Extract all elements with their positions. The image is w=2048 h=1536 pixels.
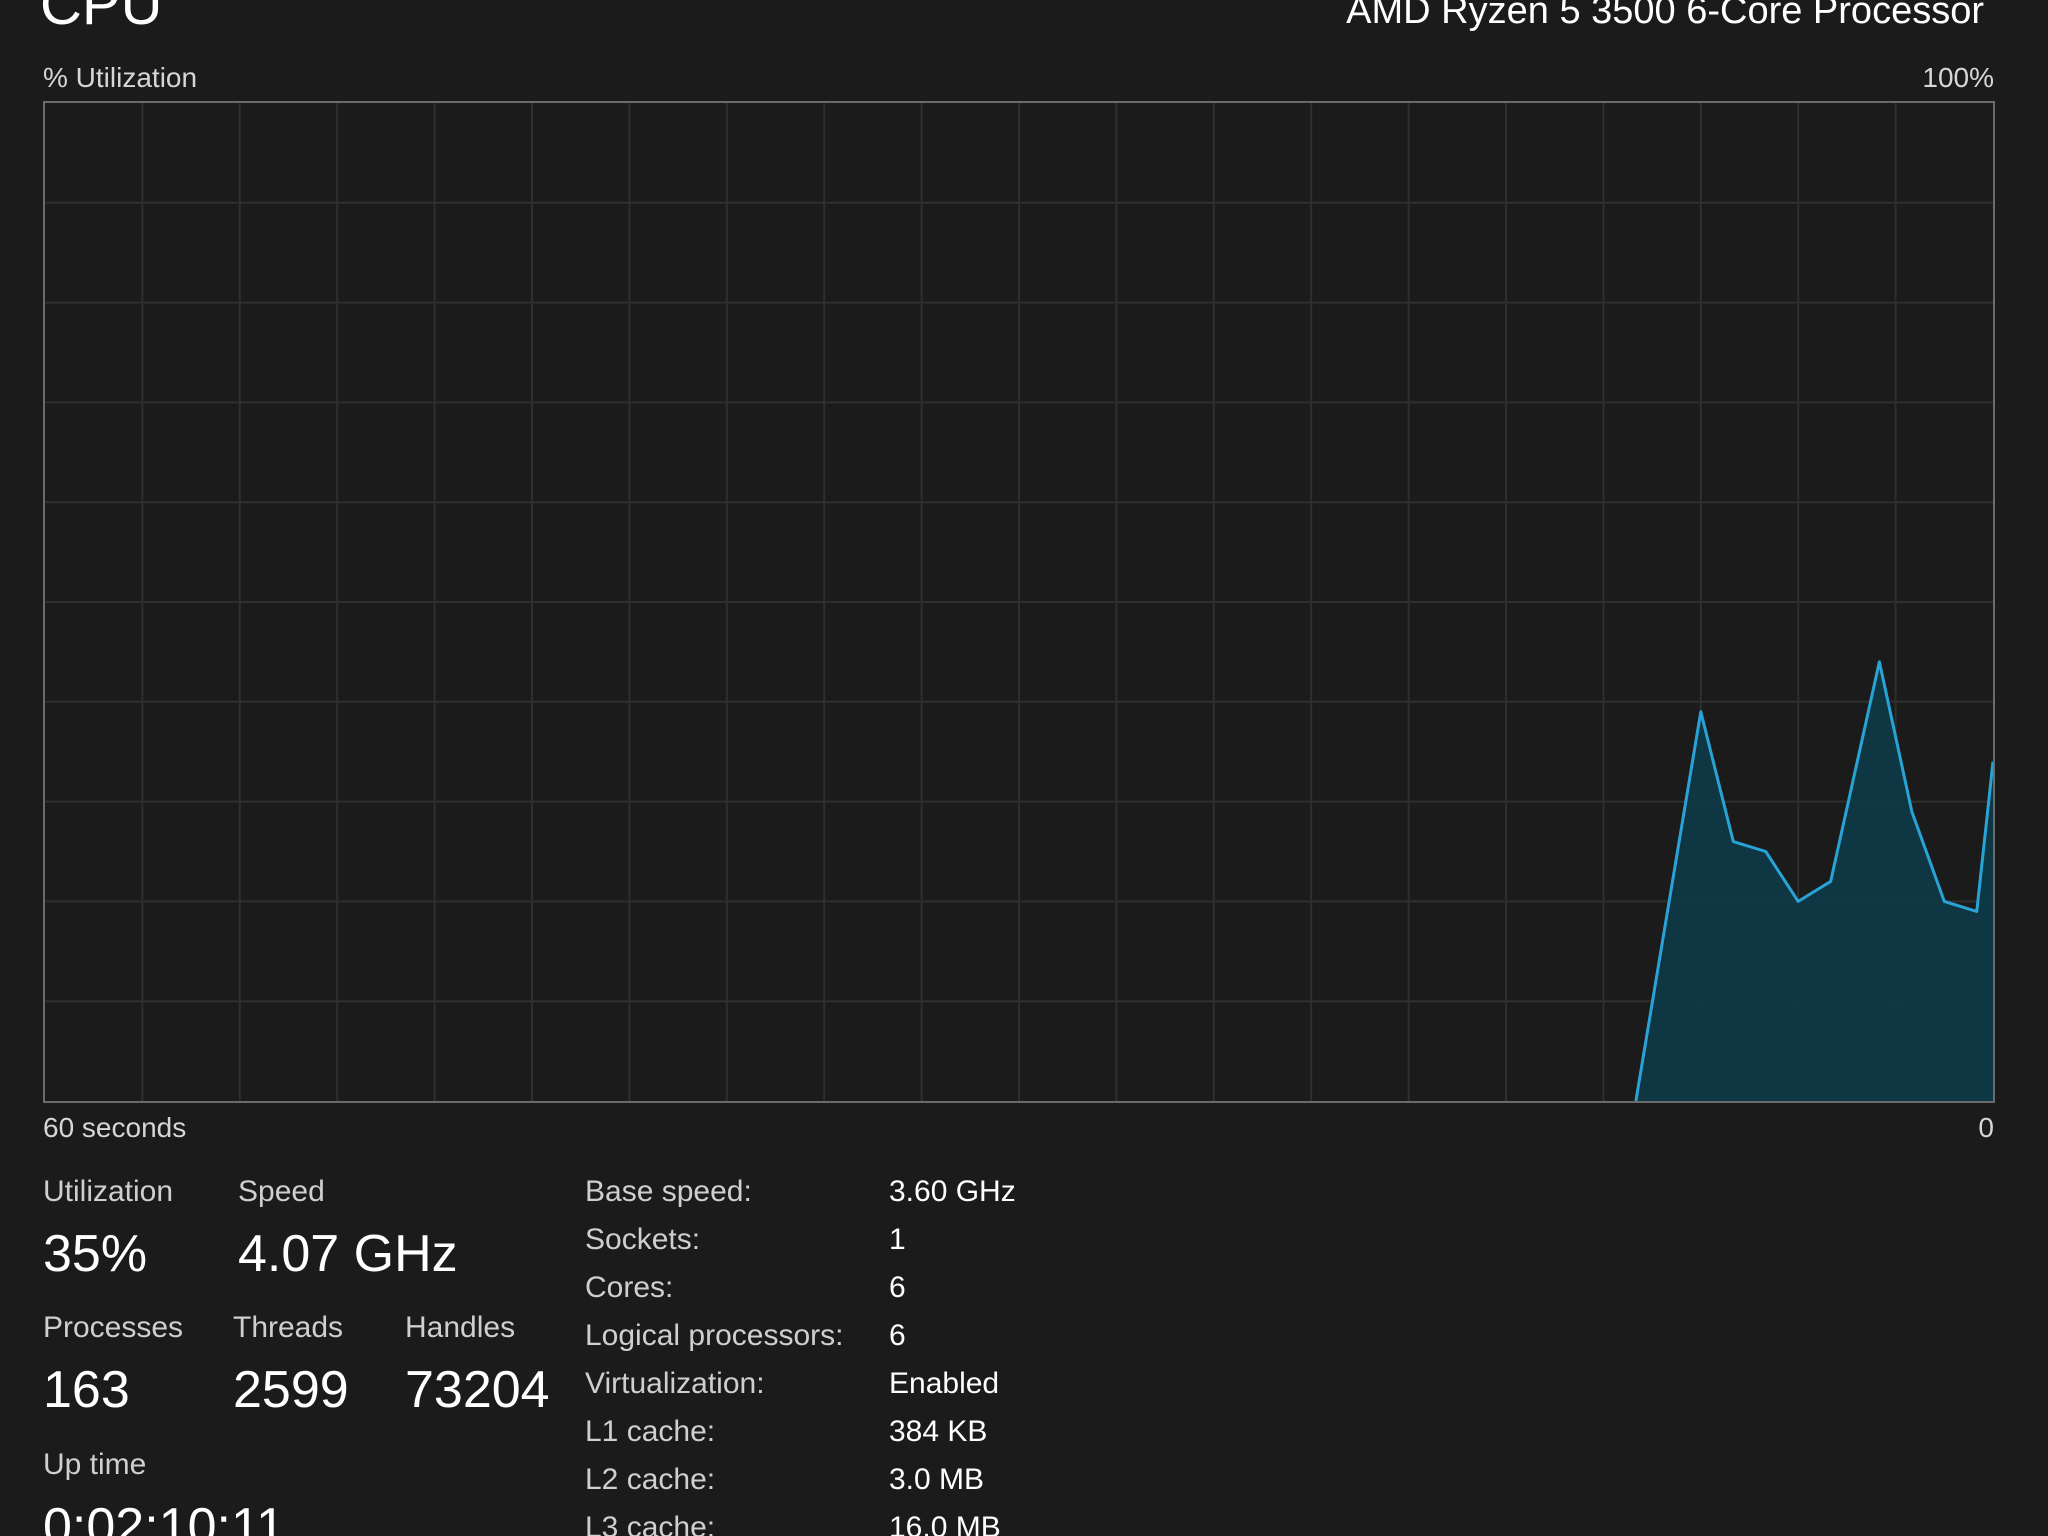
detail-value: 3.60 GHz	[889, 1175, 1016, 1208]
detail-row-base-speed: Base speed: 3.60 GHz	[585, 1177, 1145, 1225]
detail-row-virtualization: Virtualization: Enabled	[585, 1369, 1145, 1417]
handles-metric: Handles 73204	[405, 1311, 550, 1419]
detail-label: L3 cache:	[585, 1511, 716, 1536]
threads-value: 2599	[233, 1361, 349, 1419]
detail-row-logical-processors: Logical processors: 6	[585, 1321, 1145, 1369]
processes-label: Processes	[43, 1311, 184, 1344]
detail-value: 6	[889, 1271, 906, 1304]
speed-label: Speed	[238, 1175, 325, 1208]
detail-value: 6	[889, 1319, 906, 1352]
max-utilization-label: 100%	[1922, 62, 1994, 93]
utilization-axis-label: % Utilization	[43, 62, 198, 93]
detail-label: L1 cache:	[585, 1415, 716, 1448]
threads-metric: Threads 2599	[233, 1311, 349, 1419]
detail-row-l1-cache: L1 cache: 384 KB	[585, 1417, 1145, 1465]
detail-row-sockets: Sockets: 1	[585, 1225, 1145, 1273]
detail-value: Enabled	[889, 1367, 1000, 1400]
handles-value: 73204	[405, 1361, 550, 1419]
detail-label: Virtualization:	[585, 1367, 765, 1400]
utilization-metric: Utilization 35%	[43, 1175, 174, 1283]
detail-value: 3.0 MB	[889, 1463, 985, 1496]
detail-row-l2-cache: L2 cache: 3.0 MB	[585, 1465, 1145, 1513]
cpu-details: Base speed: 3.60 GHz Sockets: 1 Cores: 6…	[585, 1177, 1145, 1536]
utilization-value: 35%	[43, 1225, 148, 1283]
detail-label: Base speed:	[585, 1175, 752, 1208]
handles-label: Handles	[405, 1311, 516, 1344]
detail-value: 1	[889, 1223, 906, 1256]
threads-label: Threads	[233, 1311, 344, 1344]
speed-value: 4.07 GHz	[238, 1225, 458, 1283]
detail-label: Cores:	[585, 1271, 674, 1304]
processes-metric: Processes 163	[43, 1311, 184, 1419]
zero-time-label: 0	[1978, 1112, 1994, 1143]
speed-metric: Speed 4.07 GHz	[238, 1175, 458, 1283]
uptime-label: Up time	[43, 1448, 147, 1481]
detail-value: 16.0 MB	[889, 1511, 1001, 1536]
time-span-label: 60 seconds	[43, 1112, 187, 1143]
cpu-chart-svg	[45, 103, 1993, 1101]
cpu-utilization-graph	[43, 101, 1995, 1103]
cpu-title: CPU	[40, 0, 163, 37]
task-manager-cpu-page: CPU AMD Ryzen 5 3500 6-Core Processor % …	[0, 0, 2048, 1536]
detail-row-cores: Cores: 6	[585, 1273, 1145, 1321]
detail-label: L2 cache:	[585, 1463, 716, 1496]
detail-row-l3-cache: L3 cache: 16.0 MB	[585, 1513, 1145, 1536]
detail-label: Sockets:	[585, 1223, 701, 1256]
uptime-value: 0:02:10:11	[43, 1498, 285, 1536]
processes-value: 163	[43, 1361, 130, 1419]
utilization-label: Utilization	[43, 1175, 174, 1208]
detail-value: 384 KB	[889, 1415, 988, 1448]
uptime-metric: Up time 0:02:10:11	[43, 1450, 285, 1536]
processor-name: AMD Ryzen 5 3500 6-Core Processor	[1346, 0, 1984, 32]
detail-label: Logical processors:	[585, 1319, 844, 1352]
